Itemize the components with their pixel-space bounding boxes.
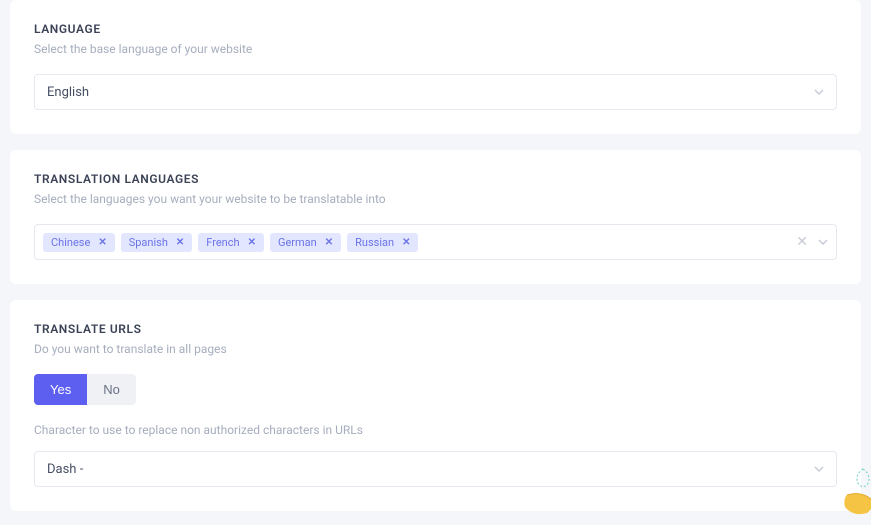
chevron-down-icon [814,87,824,97]
tag-label: Russian [355,236,394,249]
translation-desc: Select the languages you want your websi… [34,192,837,206]
tag-label: French [206,236,239,249]
translate-urls-desc1: Do you want to translate in all pages [34,342,837,356]
no-button[interactable]: No [87,374,136,405]
language-section: LANGUAGE Select the base language of you… [10,0,861,134]
clear-all-icon[interactable]: ✕ [796,235,808,249]
translation-section: TRANSLATION LANGUAGES Select the languag… [10,150,861,284]
tag-chinese[interactable]: Chinese ✕ [43,233,115,252]
tag-french[interactable]: French ✕ [198,233,264,252]
base-language-value: English [47,85,89,100]
remove-icon[interactable]: ✕ [402,237,410,248]
remove-icon[interactable]: ✕ [176,237,184,248]
tag-german[interactable]: German ✕ [270,233,341,252]
remove-icon[interactable]: ✕ [98,237,106,248]
yes-button[interactable]: Yes [34,374,87,405]
tag-label: Spanish [129,236,168,249]
multiselect-controls: ✕ [796,235,828,249]
base-language-select[interactable]: English [34,74,837,110]
tag-label: Chinese [51,236,90,249]
tag-spanish[interactable]: Spanish ✕ [121,233,193,252]
translation-title: TRANSLATION LANGUAGES [34,172,837,186]
tag-russian[interactable]: Russian ✕ [347,233,418,252]
remove-icon[interactable]: ✕ [325,237,333,248]
url-character-select[interactable]: Dash - [34,451,837,487]
url-character-value: Dash - [47,462,83,477]
translate-urls-desc2: Character to use to replace non authoriz… [34,423,837,437]
chevron-down-icon[interactable] [818,237,828,247]
remove-icon[interactable]: ✕ [248,237,256,248]
tag-label: German [278,236,317,249]
translation-languages-multiselect[interactable]: Chinese ✕ Spanish ✕ French ✕ German ✕ Ru… [34,224,837,260]
translate-urls-toggle: Yes No [34,374,136,405]
translate-urls-section: TRANSLATE URLS Do you want to translate … [10,300,861,511]
language-title: LANGUAGE [34,22,837,36]
tag-container: Chinese ✕ Spanish ✕ French ✕ German ✕ Ru… [43,233,790,252]
chevron-down-icon [814,464,824,474]
language-desc: Select the base language of your website [34,42,837,56]
translate-urls-title: TRANSLATE URLS [34,322,837,336]
